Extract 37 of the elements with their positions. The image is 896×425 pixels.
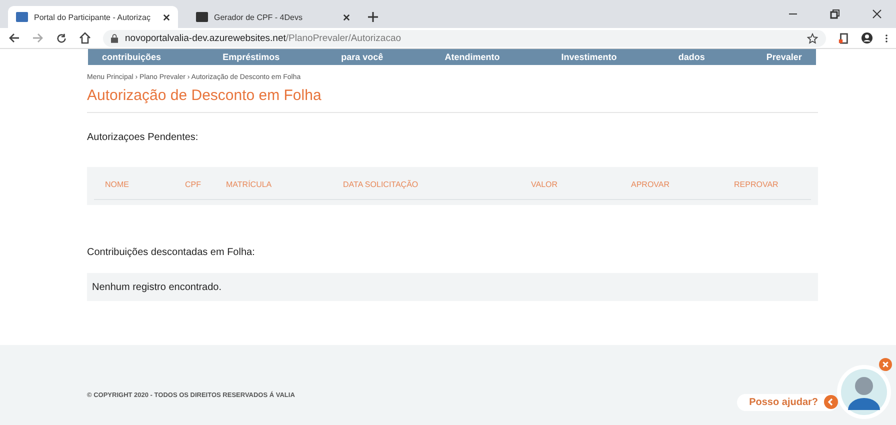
column-header: DATA SOLICITAÇÃO <box>343 180 418 189</box>
star-icon[interactable] <box>807 32 818 44</box>
close-icon[interactable] <box>872 9 882 19</box>
nav-item[interactable]: Investimento <box>561 52 617 62</box>
browser-tab[interactable]: Gerador de CPF - 4Devs <box>188 6 358 28</box>
close-icon[interactable] <box>343 14 350 20</box>
page-title: Autorização de Desconto em Folha <box>87 87 818 113</box>
new-tab-icon[interactable] <box>368 12 378 22</box>
nav-item[interactable]: contribuições <box>102 52 162 62</box>
section-label: Contribuições descontadas em Folha: <box>87 247 256 258</box>
section-label: Autorizaçoes Pendentes: <box>87 132 200 143</box>
browser-tab[interactable]: Portal do Participante - Autorizaç <box>8 6 178 28</box>
column-header: APROVAR <box>631 180 670 189</box>
home-icon[interactable] <box>79 32 91 44</box>
empty-message: Nenhum registro encontrado. <box>87 273 818 301</box>
extension-icon[interactable] <box>838 32 849 44</box>
nav-item[interactable]: dados <box>678 52 705 62</box>
profile-icon[interactable] <box>861 32 873 44</box>
menu-icon[interactable] <box>885 32 888 44</box>
nav-item[interactable]: Atendimento <box>444 52 500 62</box>
reload-icon[interactable] <box>56 32 67 44</box>
lock-icon <box>111 34 118 42</box>
nav-item[interactable]: Prevaler <box>766 52 802 62</box>
address-bar[interactable]: novoportalvalia-dev.azurewebsites.net/PlanoPrevaler/Autorizacao <box>103 30 826 46</box>
column-header: MATRÍCULA <box>226 180 272 189</box>
column-header: REPROVAR <box>734 180 778 189</box>
chevron-left-icon[interactable] <box>824 395 838 409</box>
back-icon[interactable] <box>8 33 20 43</box>
nav-item[interactable]: para você <box>341 52 384 62</box>
column-header: CPF <box>185 180 201 189</box>
avatar-icon <box>836 364 892 420</box>
restore-icon[interactable] <box>830 9 840 19</box>
column-header: VALOR <box>531 180 558 189</box>
nav-item[interactable]: Empréstimos <box>222 52 280 62</box>
close-icon[interactable] <box>163 14 170 20</box>
column-header: NOME <box>105 180 129 189</box>
help-label[interactable]: Posso ajudar? <box>737 394 838 410</box>
